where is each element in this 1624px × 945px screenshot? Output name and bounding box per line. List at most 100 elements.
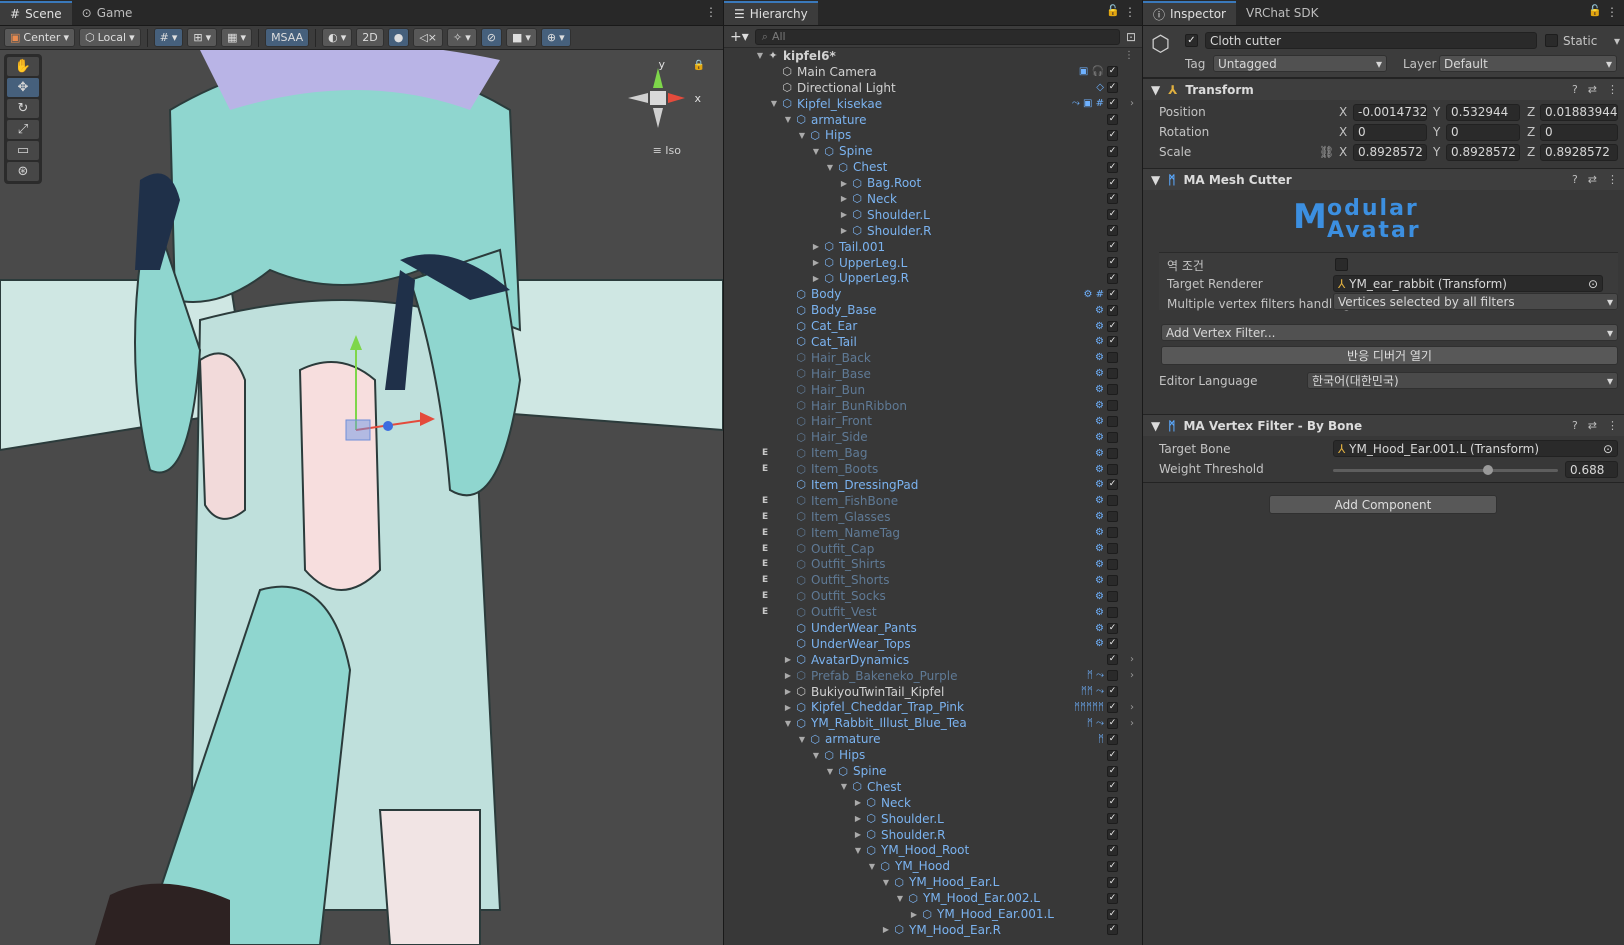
active-toggle-checkbox[interactable]: ✓: [1107, 638, 1118, 650]
scene-menu-icon[interactable]: ⋮: [1124, 50, 1134, 61]
rotation-z-field[interactable]: 0: [1540, 123, 1618, 141]
active-toggle-checkbox[interactable]: ✓: [1107, 352, 1118, 364]
expand-arrow-icon[interactable]: ▼: [796, 735, 808, 744]
active-toggle-checkbox[interactable]: ✓: [1107, 813, 1118, 825]
expand-arrow-icon[interactable]: ▼: [810, 751, 822, 760]
active-toggle-checkbox[interactable]: ✓: [1107, 129, 1118, 141]
hierarchy-row[interactable]: ▶ ⬡ Shoulder.R ✓: [724, 827, 1142, 843]
move-tool-button[interactable]: ✥: [7, 78, 39, 97]
effects-button[interactable]: ✧ ▾: [447, 28, 477, 47]
active-toggle-checkbox[interactable]: ✓: [1107, 415, 1118, 427]
scene-viewport[interactable]: ✋ ✥ ↻ ⤢ ▭ ⊛ y x 🔒 ≡ Iso: [0, 50, 723, 945]
hierarchy-row[interactable]: ⬡ Hair_Side ⚙✓: [724, 429, 1142, 445]
expand-arrow-icon[interactable]: ▶: [838, 194, 850, 203]
active-toggle-checkbox[interactable]: ✓: [1107, 701, 1118, 713]
active-toggle-checkbox[interactable]: ✓: [1107, 479, 1118, 491]
hierarchy-row[interactable]: ▼ ⬡ YM_Hood_Root ✓: [724, 843, 1142, 859]
camera-settings-button[interactable]: ■ ▾: [505, 28, 537, 47]
active-toggle-checkbox[interactable]: ✓: [1107, 574, 1118, 586]
search-options-icon[interactable]: ⊡: [1126, 30, 1136, 44]
hierarchy-row[interactable]: ⬡ Cat_Tail ⚙ ✓: [724, 334, 1142, 350]
hierarchy-row[interactable]: E ⬡ Item_Glasses ⚙✓: [724, 509, 1142, 525]
hierarchy-row[interactable]: ▶ ⬡ Bag.Root ✓: [724, 175, 1142, 191]
target-renderer-field[interactable]: ⅄ YM_ear_rabbit (Transform) ⊙: [1333, 275, 1603, 292]
active-toggle-checkbox[interactable]: ✓: [1107, 368, 1118, 380]
hierarchy-row[interactable]: ⬡ Hair_Front ⚙✓: [724, 413, 1142, 429]
help-icon[interactable]: ?: [1572, 173, 1578, 186]
hierarchy-row[interactable]: E ⬡ Outfit_Vest ⚙✓: [724, 604, 1142, 620]
component-menu-icon[interactable]: ⋮: [1607, 173, 1618, 186]
reaction-debugger-button[interactable]: 반응 디버거 열기: [1161, 346, 1618, 365]
hierarchy-row[interactable]: E ⬡ Item_NameTag ⚙✓: [724, 525, 1142, 541]
expand-arrow-icon[interactable]: ▶: [838, 179, 850, 188]
expand-arrow-icon[interactable]: ▼: [754, 51, 766, 60]
audio-toggle-button[interactable]: ◁×: [413, 28, 444, 47]
hierarchy-row[interactable]: ▼ ⬡ Spine ✓: [724, 143, 1142, 159]
vertex-filter-header[interactable]: ▼ ᛗ MA Vertex Filter - By Bone ? ⇄ ⋮: [1143, 414, 1624, 436]
active-toggle-checkbox[interactable]: ✓: [1107, 527, 1118, 539]
add-component-button[interactable]: Add Component: [1269, 495, 1497, 514]
scale-x-field[interactable]: 0.8928572: [1353, 143, 1427, 161]
hierarchy-row[interactable]: ⬡ Hair_Base ⚙✓: [724, 366, 1142, 382]
slider-knob[interactable]: [1482, 465, 1493, 475]
position-z-field[interactable]: 0.01883944: [1540, 103, 1618, 121]
active-toggle-checkbox[interactable]: ✓: [1107, 908, 1118, 920]
lighting-toggle-button[interactable]: ●: [387, 28, 410, 47]
active-toggle-checkbox[interactable]: ✓: [1107, 558, 1118, 570]
hierarchy-row[interactable]: ⬡ Main Camera ▣ 🎧 ✓: [724, 64, 1142, 80]
tab-vrchat-sdk[interactable]: VRChat SDK: [1236, 1, 1329, 25]
hierarchy-row[interactable]: E ⬡ Item_Boots ⚙✓: [724, 461, 1142, 477]
component-menu-icon[interactable]: ⋮: [1607, 419, 1618, 432]
lock-icon[interactable]: 🔓: [1106, 4, 1120, 17]
hierarchy-row[interactable]: ▶ ⬡ Kipfel_Cheddar_Trap_Pink ᛗᛗᛗᛗᛗ ✓ ›: [724, 700, 1142, 716]
hierarchy-row[interactable]: ⬡ Body_Base ⚙ ✓: [724, 302, 1142, 318]
expand-arrow-icon[interactable]: ▶: [908, 910, 920, 919]
gameobject-cube-icon[interactable]: ⬡: [1151, 32, 1170, 57]
active-toggle-checkbox[interactable]: ✓: [1107, 257, 1118, 269]
hierarchy-search-input[interactable]: ⌕ All: [754, 28, 1120, 45]
static-checkbox[interactable]: [1545, 34, 1558, 47]
hierarchy-row[interactable]: ▶ ⬡ Shoulder.R ✓: [724, 223, 1142, 239]
hierarchy-row[interactable]: ▼ ⬡ Chest ✓: [724, 779, 1142, 795]
hierarchy-row[interactable]: E ⬡ Item_Bag ⚙✓: [724, 445, 1142, 461]
increment-snap-button[interactable]: ⊞ ▾: [187, 28, 218, 47]
active-toggle-checkbox[interactable]: ✓: [1107, 304, 1118, 316]
hierarchy-row[interactable]: ⬡ Hair_Bun ⚙✓: [724, 382, 1142, 398]
scene-tab-menu-icon[interactable]: ⋮: [705, 5, 717, 19]
expand-arrow-icon[interactable]: ▼: [894, 894, 906, 903]
active-toggle-checkbox[interactable]: ✓: [1107, 844, 1118, 856]
hierarchy-row[interactable]: ▶ ⬡ YM_Hood_Ear.001.L ✓: [724, 906, 1142, 922]
active-toggle-checkbox[interactable]: ✓: [1107, 431, 1118, 443]
help-icon[interactable]: ?: [1572, 419, 1578, 432]
hierarchy-row[interactable]: ▼ ⬡ YM_Hood ✓: [724, 858, 1142, 874]
expand-arrow-icon[interactable]: ▼: [838, 782, 850, 791]
weight-threshold-field[interactable]: 0.688: [1565, 461, 1618, 478]
hierarchy-row[interactable]: ⬡ Hair_BunRibbon ⚙✓: [724, 398, 1142, 414]
active-toggle-checkbox[interactable]: ✓: [1107, 66, 1118, 78]
expand-arrow-icon[interactable]: ▼: [866, 862, 878, 871]
hierarchy-row[interactable]: ⬡ Item_DressingPad ⚙ ✓: [724, 477, 1142, 493]
hierarchy-row[interactable]: ▼ ⬡ Kipfel_kisekae ⤳ ▣ # ✓ ›: [724, 96, 1142, 112]
expand-arrow-icon[interactable]: ▼: [880, 878, 892, 887]
chevron-right-icon[interactable]: ›: [1130, 702, 1134, 713]
chevron-right-icon[interactable]: ›: [1130, 670, 1134, 681]
expand-arrow-icon[interactable]: ▶: [880, 925, 892, 934]
create-plus-button[interactable]: +▾: [730, 29, 749, 45]
hierarchy-row[interactable]: ▶ ⬡ UpperLeg.R ✓: [724, 270, 1142, 286]
component-menu-icon[interactable]: ⋮: [1607, 83, 1618, 96]
expand-arrow-icon[interactable]: ▶: [810, 242, 822, 251]
expand-arrow-icon[interactable]: ▶: [852, 830, 864, 839]
expand-arrow-icon[interactable]: ▶: [782, 703, 794, 712]
active-toggle-checkbox[interactable]: ✓: [1107, 829, 1118, 841]
tab-inspector[interactable]: ⓘ Inspector: [1143, 1, 1236, 25]
projection-toggle[interactable]: ≡ Iso: [653, 144, 681, 157]
transform-header[interactable]: ▼ ⅄ Transform ? ⇄ ⋮: [1143, 78, 1624, 100]
hierarchy-row[interactable]: ▶ ⬡ Shoulder.L ✓: [724, 207, 1142, 223]
rotation-y-field[interactable]: 0: [1446, 123, 1520, 141]
position-x-field[interactable]: -0.0014732: [1353, 103, 1427, 121]
tab-hierarchy[interactable]: ☰ Hierarchy: [724, 1, 818, 25]
lock-icon[interactable]: 🔓: [1588, 4, 1602, 17]
active-toggle-checkbox[interactable]: ✓: [1107, 495, 1118, 507]
gizmos-button[interactable]: ⊕ ▾: [540, 28, 571, 47]
active-toggle-checkbox[interactable]: ✓: [1107, 193, 1118, 205]
